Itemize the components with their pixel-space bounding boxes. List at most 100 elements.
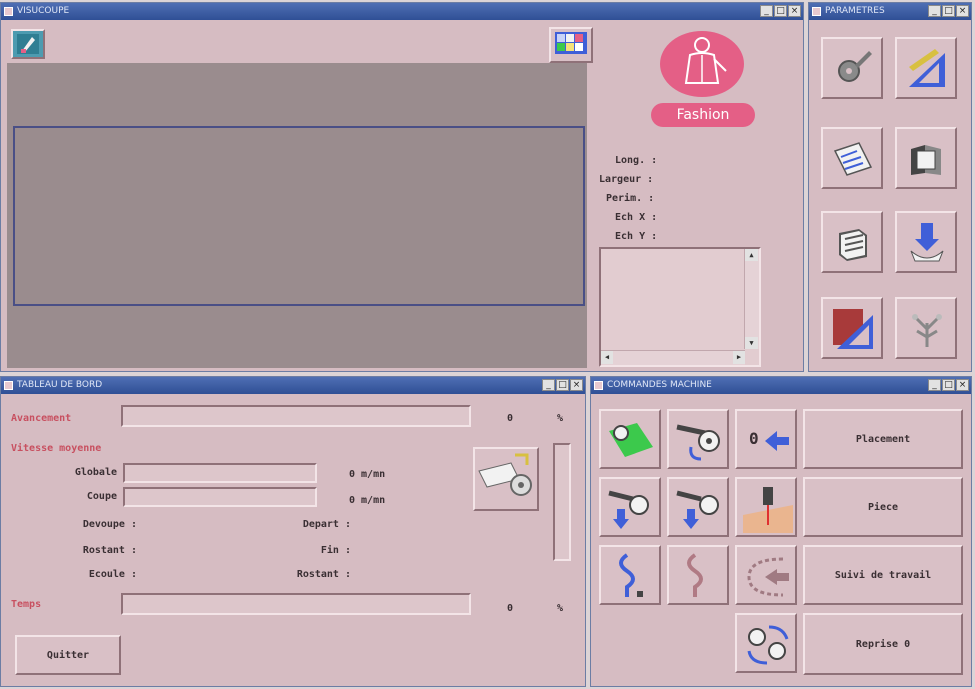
left-arrow-icon — [765, 431, 789, 451]
roller-rotate-icon — [676, 424, 720, 461]
coupe-field — [123, 487, 317, 507]
window-controls: _ □ × — [542, 379, 583, 391]
fashion-logo: Fashion — [651, 31, 761, 129]
window-controls: _ □ × — [928, 379, 969, 391]
progress-window-titlebar[interactable]: TABLEAU DE BORD _ □ × — [1, 377, 585, 394]
close-button[interactable]: × — [956, 379, 969, 391]
main-window-title: VISUCOUPE — [17, 6, 70, 16]
cutting-head-icon — [478, 453, 532, 496]
pattern-ruler-icon — [833, 309, 873, 349]
ecoule-label: Ecoule : — [88, 569, 137, 580]
laser-head-icon — [743, 487, 793, 533]
roller-down-alt-button[interactable] — [667, 477, 729, 537]
main-window: VISUCOUPE _ □ × Fashion Long. : Largeur … — [0, 2, 804, 372]
commands-window-titlebar[interactable]: COMMANDES MACHINE _ □ × — [591, 377, 971, 394]
return-zero-button[interactable]: 0 — [735, 409, 797, 469]
minimize-button[interactable]: _ — [542, 379, 555, 391]
temps-label: Temps — [11, 599, 42, 610]
minimize-button[interactable]: _ — [760, 5, 773, 17]
maximize-button[interactable]: □ — [556, 379, 569, 391]
measure-tool-button[interactable] — [895, 37, 957, 99]
coupe-value: 0 m/mn — [349, 495, 386, 506]
devoupe-label: Devoupe : — [82, 519, 137, 530]
load-material-button[interactable] — [599, 409, 661, 469]
quit-button[interactable]: Quitter — [15, 635, 121, 675]
globale-field — [123, 463, 317, 483]
drawing-canvas[interactable] — [7, 63, 587, 368]
scroll-down-arrow[interactable]: ▼ — [745, 337, 758, 349]
roller-down-button[interactable] — [599, 477, 661, 537]
temps-progress-bar — [121, 593, 471, 615]
piece-button[interactable]: Piece — [803, 477, 963, 537]
palette-button[interactable] — [549, 27, 593, 63]
cutting-head-button[interactable] — [473, 447, 539, 511]
download-tool-button[interactable] — [895, 211, 957, 273]
tools-window-titlebar[interactable]: PARAMETRES _ □ × — [809, 3, 971, 20]
globale-value: 0 m/mn — [349, 469, 386, 480]
listbox-vertical-scrollbar[interactable]: ▲ ▼ — [744, 249, 759, 349]
cut-path-button[interactable] — [599, 545, 661, 605]
suivi-travail-button[interactable]: Suivi de travail — [803, 545, 963, 605]
tools-window-title: PARAMETRES — [825, 6, 885, 16]
avancement-value: 0 — [507, 413, 514, 424]
scroll-right-arrow[interactable]: ▶ — [733, 351, 745, 364]
close-button[interactable]: × — [788, 5, 801, 17]
scroll-left-arrow[interactable]: ◀ — [601, 351, 613, 364]
ruler-triangle-icon — [909, 49, 945, 87]
info-label-scale-y: Ech Y : — [615, 231, 658, 242]
reprise-cycle-button[interactable] — [735, 613, 797, 673]
scroll-up-arrow[interactable]: ▲ — [745, 249, 758, 261]
cut-path-disabled-button[interactable] — [667, 545, 729, 605]
tree-tool-button[interactable] — [895, 297, 957, 359]
cycle-rollers-icon — [747, 625, 789, 665]
close-button[interactable]: × — [956, 5, 969, 17]
vitesse-label: Vitesse moyenne — [11, 443, 102, 454]
close-button[interactable]: × — [570, 379, 583, 391]
maximize-button[interactable]: □ — [774, 5, 787, 17]
info-label-width: Largeur : — [599, 174, 654, 185]
window-app-icon — [594, 381, 603, 390]
tailor-icon — [684, 37, 727, 84]
window-app-icon — [812, 7, 821, 16]
avancement-progress-bar — [121, 405, 471, 427]
stack-icon — [839, 229, 867, 261]
maximize-button[interactable]: □ — [942, 5, 955, 17]
fashion-logo-emblem — [660, 31, 744, 97]
listbox-horizontal-scrollbar[interactable]: ◀ ▶ — [601, 350, 745, 365]
folders-tool-button[interactable] — [895, 127, 957, 189]
folders-icon — [911, 145, 941, 175]
open-file-icon — [17, 34, 39, 54]
palette-icon — [555, 32, 587, 54]
rotate-roller-button[interactable] — [667, 409, 729, 469]
settings-tool-button[interactable] — [821, 37, 883, 99]
window-controls: _ □ × — [760, 5, 801, 17]
tags-tool-button[interactable] — [821, 127, 883, 189]
material-stack-tool-button[interactable] — [821, 211, 883, 273]
avancement-unit: % — [557, 413, 564, 424]
back-to-piece-button[interactable] — [735, 545, 797, 605]
info-label-scale-x: Ech X : — [615, 212, 658, 223]
tree-icon — [912, 314, 942, 347]
window-app-icon — [4, 381, 13, 390]
main-window-titlebar[interactable]: VISUCOUPE _ □ × — [1, 3, 803, 20]
tag-icon — [833, 142, 873, 176]
info-listbox[interactable]: ▲ ▼ ◀ ▶ — [599, 247, 761, 367]
roller-down-icon — [608, 490, 649, 529]
edit-ruler-tool-button[interactable] — [821, 297, 883, 359]
commands-window-title: COMMANDES MACHINE — [607, 380, 712, 390]
minimize-button[interactable]: _ — [928, 5, 941, 17]
laser-cut-button[interactable] — [735, 477, 797, 537]
coupe-label: Coupe — [86, 491, 117, 502]
minimize-button[interactable]: _ — [928, 379, 941, 391]
roller-lower-icon — [676, 490, 719, 529]
reprise-button[interactable]: Reprise 0 — [803, 613, 963, 675]
info-label-length: Long. : — [615, 155, 658, 166]
window-controls: _ □ × — [928, 5, 969, 17]
tools-window: PARAMETRES _ □ × — [808, 2, 972, 372]
info-label-perimeter: Perim. : — [606, 193, 655, 204]
maximize-button[interactable]: □ — [942, 379, 955, 391]
open-file-button[interactable] — [11, 29, 45, 59]
speed-vertical-slider[interactable] — [553, 443, 571, 561]
placement-button[interactable]: Placement — [803, 409, 963, 469]
temps-value: 0 — [507, 603, 514, 614]
